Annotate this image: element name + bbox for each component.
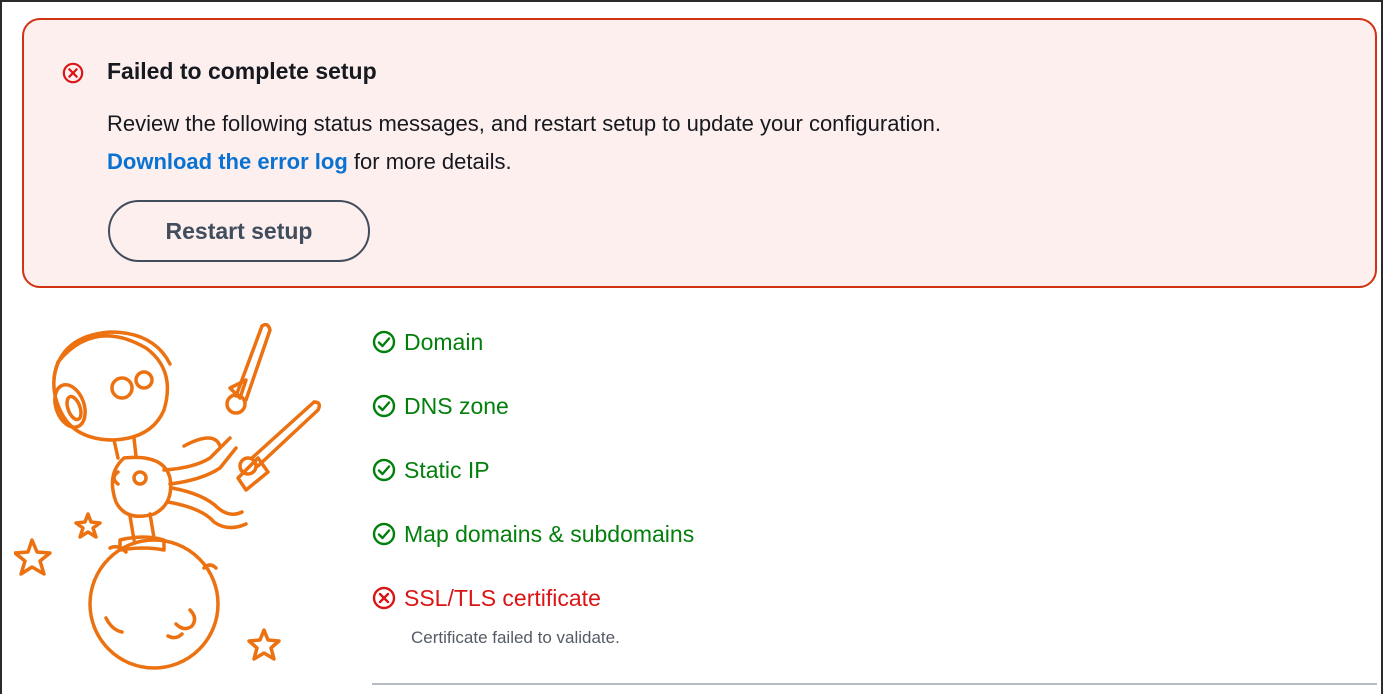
status-item-error-detail: Certificate failed to validate.	[411, 628, 620, 647]
error-alert: Failed to complete setup Review the foll…	[22, 18, 1377, 288]
download-error-log-link[interactable]: Download the error log	[107, 149, 348, 174]
alert-link-suffix: for more details.	[347, 149, 512, 174]
status-item-label: DNS zone	[404, 392, 509, 419]
alert-message-text: Review the following status messages, an…	[107, 111, 942, 136]
status-item-dns-zone: DNS zone	[372, 389, 509, 423]
status-item-label: Domain	[404, 328, 484, 355]
status-item-label: Static IP	[404, 456, 490, 483]
status-item-label: Map domains & subdomains	[404, 520, 695, 547]
status-item-map-domains: Map domains & subdomains	[372, 517, 694, 551]
error-circle-icon	[62, 62, 84, 84]
restart-setup-button[interactable]: Restart setup	[108, 200, 370, 262]
robot-on-planet-illustration	[14, 322, 322, 670]
status-item-ssl-tls-certificate: SSL/TLS certificate	[372, 581, 601, 615]
check-circle-icon	[372, 330, 396, 354]
check-circle-icon	[372, 394, 396, 418]
alert-title: Failed to complete setup	[107, 58, 377, 84]
error-circle-icon	[372, 586, 396, 610]
status-item-domain: Domain	[372, 325, 483, 359]
status-item-static-ip: Static IP	[372, 453, 490, 487]
alert-message: Review the following status messages, an…	[107, 105, 1307, 181]
divider	[372, 683, 1377, 685]
check-circle-icon	[372, 522, 396, 546]
status-item-label: SSL/TLS certificate	[404, 584, 601, 611]
check-circle-icon	[372, 458, 396, 482]
